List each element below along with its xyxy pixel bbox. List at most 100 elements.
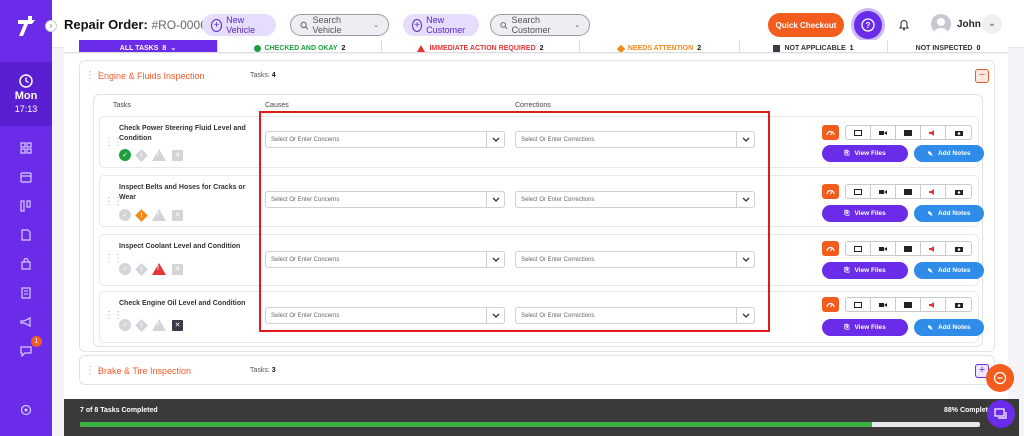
camera-icon[interactable] — [946, 298, 971, 311]
filter-all-tasks[interactable]: ALL TASKS 8 ⌄ — [79, 40, 218, 52]
filter-not-applicable[interactable]: NOT APPLICABLE 1 — [740, 40, 888, 52]
date-time-widget: Mon 17:13 — [0, 62, 52, 126]
reports-icon[interactable] — [18, 285, 34, 301]
audio-icon[interactable] — [921, 242, 946, 255]
dashboard-icon[interactable] — [18, 140, 34, 156]
paperclip-icon: ⎘ — [844, 149, 850, 157]
filter-not-inspected[interactable]: NOT INSPECTED 0 — [888, 40, 1008, 52]
chat-bubble-icon — [993, 371, 1007, 385]
needs-attention-icon[interactable]: ! — [135, 208, 148, 222]
checked-okay-icon[interactable]: ✓ — [119, 263, 131, 275]
needs-attention-icon[interactable]: ! — [135, 262, 148, 276]
filter-needs-attention[interactable]: NEEDS ATTENTION 2 — [580, 40, 740, 52]
gauge-icon[interactable] — [822, 184, 839, 199]
add-notes-button[interactable]: ✎ Add Notes — [914, 262, 984, 279]
camera-icon[interactable] — [946, 242, 971, 255]
notes-icon: ✎ — [927, 210, 933, 218]
marketing-megaphone-icon[interactable] — [18, 314, 34, 330]
video-icon[interactable] — [871, 185, 896, 198]
immediate-action-icon[interactable]: ! — [152, 263, 166, 275]
view-files-button[interactable]: ⎘ View Files — [822, 319, 908, 336]
column-header-tasks: Tasks — [113, 102, 131, 109]
inspection-section: ⋮⋮ Brake & Tire Inspection Tasks: 3 + — [79, 355, 995, 385]
immediate-action-icon[interactable]: ! — [152, 209, 166, 221]
add-notes-button[interactable]: ✎ Add Notes — [914, 145, 984, 162]
search-vehicle-dropdown[interactable]: Search Vehicle ⌄ — [290, 14, 389, 36]
quick-checkout-button[interactable]: Quick Checkout — [768, 13, 844, 37]
filter-immediate-action[interactable]: IMMEDIATE ACTION REQUIRED 2 — [382, 40, 580, 52]
search-vehicle-label: Search Vehicle — [312, 15, 342, 35]
user-name: John — [957, 19, 981, 30]
not-applicable-icon[interactable]: ✕ — [172, 319, 183, 331]
image-icon[interactable] — [846, 242, 871, 255]
progress-text: 7 of 8 Tasks Completed — [80, 407, 158, 414]
checked-okay-icon[interactable]: ✓ — [119, 209, 131, 221]
not-applicable-count: 1 — [849, 45, 854, 52]
image-icon[interactable] — [846, 126, 871, 139]
calendar-icon[interactable] — [18, 169, 34, 185]
checked-okay-icon[interactable]: ✓ — [119, 149, 131, 161]
audio-icon[interactable] — [921, 185, 946, 198]
sidebar-collapse-toggle[interactable]: › — [45, 20, 57, 32]
checked-okay-icon[interactable]: ✓ — [119, 319, 131, 331]
image-icon[interactable] — [846, 298, 871, 311]
not-applicable-icon[interactable]: ✕ — [172, 209, 183, 221]
gallery-icon[interactable] — [896, 242, 921, 255]
help-button[interactable]: ? — [854, 11, 882, 39]
view-files-button[interactable]: ⎘ View Files — [822, 205, 908, 222]
video-icon[interactable] — [871, 242, 896, 255]
view-files-button[interactable]: ⎘ View Files — [822, 262, 908, 279]
notifications-bell-icon[interactable] — [895, 15, 913, 33]
immediate-action-icon[interactable]: ! — [152, 319, 166, 331]
add-notes-button[interactable]: ✎ Add Notes — [914, 205, 984, 222]
page-title: Repair Order: #RO-000668 — [64, 17, 220, 32]
inventory-bag-icon[interactable] — [18, 256, 34, 272]
view-files-label: View Files — [854, 150, 886, 157]
gallery-icon[interactable] — [896, 185, 921, 198]
section-header[interactable]: ⋮⋮ Engine & Fluids Inspection Tasks: 4 − — [80, 61, 994, 91]
messages-icon — [994, 408, 1007, 419]
add-notes-button[interactable]: ✎ Add Notes — [914, 319, 984, 336]
gallery-icon[interactable] — [896, 126, 921, 139]
user-menu-chevron-icon[interactable]: ⌄ — [982, 14, 1002, 34]
new-vehicle-button[interactable]: + New Vehicle — [202, 14, 276, 36]
user-avatar[interactable] — [931, 14, 951, 34]
settings-gear-icon[interactable] — [18, 402, 34, 418]
gauge-icon[interactable] — [822, 297, 839, 312]
view-files-label: View Files — [854, 210, 886, 217]
gallery-icon[interactable] — [896, 298, 921, 311]
not-applicable-icon[interactable]: ✕ — [172, 263, 183, 275]
document-icon[interactable] — [18, 227, 34, 243]
workflow-icon[interactable] — [18, 198, 34, 214]
gauge-icon[interactable] — [822, 125, 839, 140]
audio-icon[interactable] — [921, 126, 946, 139]
needs-attention-icon[interactable]: ! — [135, 318, 148, 332]
video-icon[interactable] — [871, 126, 896, 139]
column-header-corrections: Corrections — [515, 102, 551, 109]
messages-icon[interactable]: 1 — [18, 336, 42, 359]
search-customer-dropdown[interactable]: Search Customer ⌄ — [490, 14, 590, 36]
section-header[interactable]: ⋮⋮ Brake & Tire Inspection Tasks: 3 + — [80, 356, 994, 386]
collapse-section-button[interactable]: − — [975, 69, 989, 83]
new-customer-button[interactable]: + New Customer — [403, 14, 479, 36]
section-task-count: Tasks: 3 — [250, 367, 276, 374]
view-files-button[interactable]: ⎘ View Files — [822, 145, 908, 162]
not-applicable-icon[interactable]: ✕ — [172, 149, 183, 161]
task-name: Inspect Belts and Hoses for Cracks or We… — [119, 184, 246, 201]
camera-icon[interactable] — [946, 126, 971, 139]
video-icon[interactable] — [871, 298, 896, 311]
messages-fab-button[interactable] — [987, 400, 1015, 428]
immediate-action-icon[interactable]: ! — [152, 149, 166, 161]
chat-support-button[interactable] — [986, 364, 1014, 392]
camera-icon[interactable] — [946, 185, 971, 198]
image-icon[interactable] — [846, 185, 871, 198]
status-filter-bar: ALL TASKS 8 ⌄ CHECKED AND OKAY 2 IMMEDIATE … — [64, 40, 1008, 53]
clock-icon — [19, 74, 33, 88]
filter-checked-okay[interactable]: CHECKED AND OKAY 2 — [218, 40, 382, 52]
svg-text:?: ? — [866, 21, 871, 30]
needs-attention-icon[interactable]: ! — [135, 148, 148, 162]
gauge-icon[interactable] — [822, 241, 839, 256]
audio-icon[interactable] — [921, 298, 946, 311]
paperclip-icon: ⎘ — [844, 266, 850, 274]
tasks-label: Tasks: — [250, 72, 270, 79]
